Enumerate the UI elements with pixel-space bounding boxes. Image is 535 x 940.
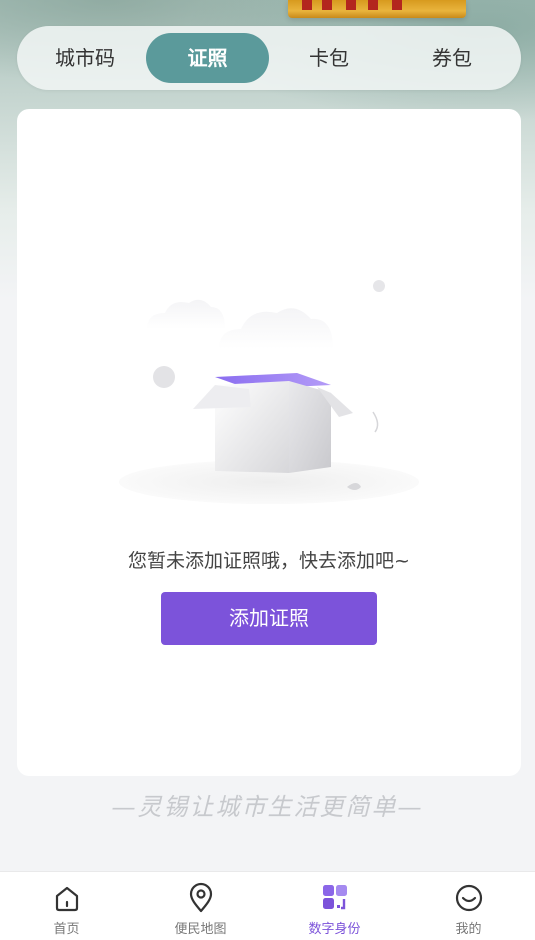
tab-card-wallet[interactable]: 卡包	[269, 33, 389, 83]
temple-illustration	[288, 0, 466, 18]
smile-icon	[455, 884, 482, 912]
nav-label-map: 便民地图	[174, 922, 227, 937]
home-icon	[55, 886, 78, 912]
open-box-icon	[119, 280, 419, 504]
tab-certificates[interactable]: 证照	[146, 33, 269, 83]
tab-bar: 城市码 证照 卡包 券包	[17, 26, 521, 90]
location-pin-icon	[189, 882, 212, 913]
nav-label-digital-id: 数字身份	[308, 922, 361, 937]
bottom-navigation: 首页 便民地图 数字身份 我的	[0, 871, 535, 940]
nav-item-map[interactable]: 便民地图	[134, 872, 267, 940]
tab-coupon-wallet[interactable]: 券包	[392, 33, 512, 83]
nav-label-home: 首页	[53, 922, 80, 937]
empty-state-message: 您暂未添加证照哦，快去添加吧~	[128, 550, 410, 572]
nav-label-mine: 我的	[455, 922, 482, 937]
certificates-card: 您暂未添加证照哦，快去添加吧~ 添加证照	[17, 109, 521, 776]
digital-id-icon	[322, 885, 347, 910]
nav-item-home[interactable]: 首页	[0, 872, 133, 940]
nav-item-digital-id[interactable]: 数字身份	[268, 872, 401, 940]
add-certificate-button[interactable]: 添加证照	[161, 592, 377, 645]
tab-city-code[interactable]: 城市码	[25, 33, 145, 83]
slogan-text: —灵锡让城市生活更简单—	[111, 793, 424, 821]
nav-item-mine[interactable]: 我的	[402, 872, 535, 940]
